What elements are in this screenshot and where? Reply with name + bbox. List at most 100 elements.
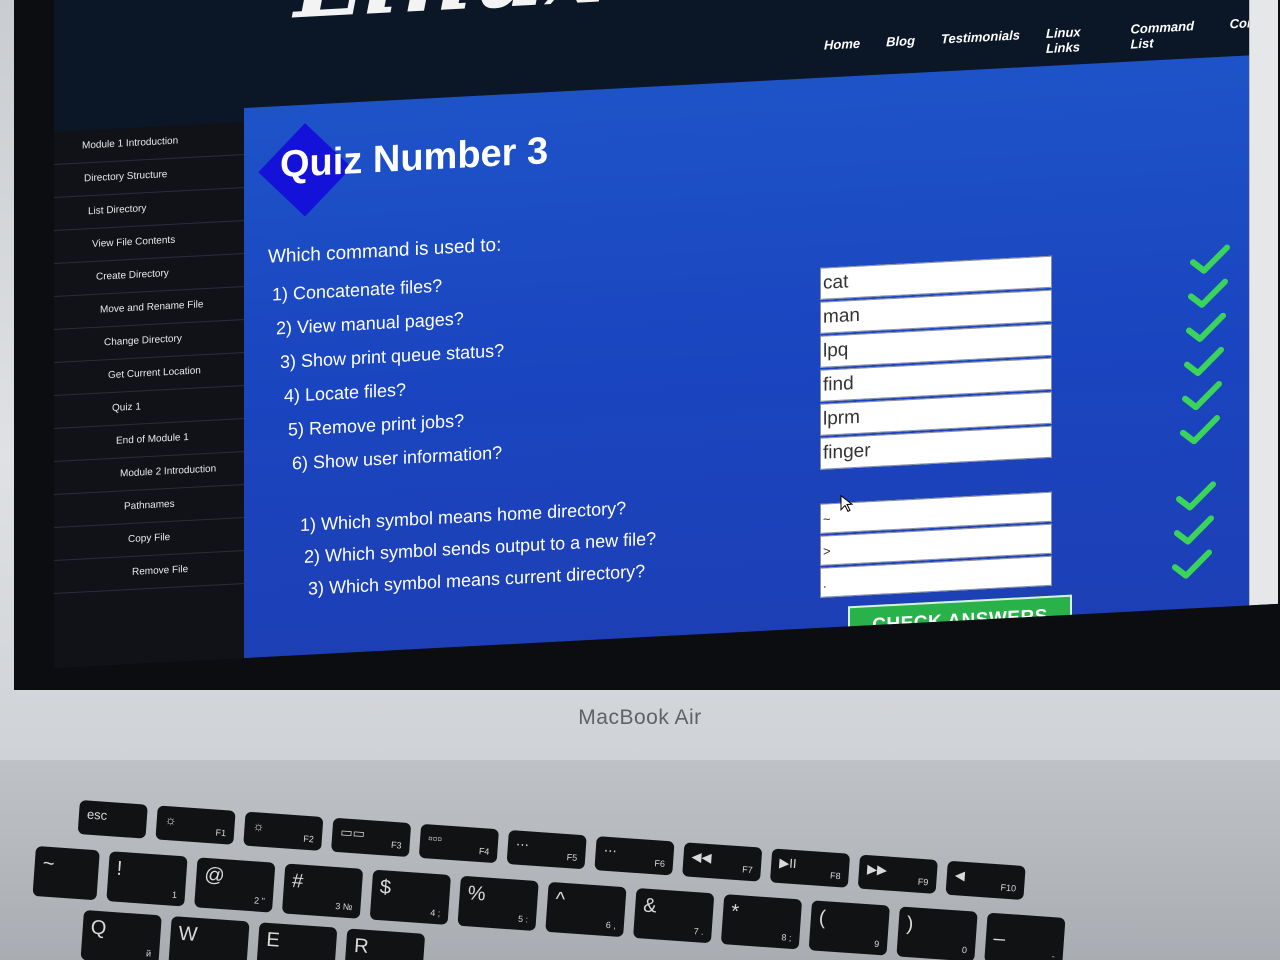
key-sublabel: F2 — [302, 833, 315, 845]
key-sublabel: F1 — [215, 827, 227, 839]
correct-checkmark-icon — [1174, 515, 1214, 545]
key-label: E — [265, 928, 281, 952]
key-sublabel: 2 " — [253, 895, 266, 907]
key-sublabel: F8 — [829, 870, 841, 882]
key-4[interactable]: $4 ; — [369, 869, 451, 925]
key-f10[interactable]: ◀ F10 — [945, 860, 1026, 901]
device-brand-label: MacBook Air — [578, 706, 702, 729]
correct-checkmark-icon — [1176, 481, 1216, 511]
key-label: $ — [379, 876, 392, 899]
key-0[interactable]: ) 0 — [896, 906, 978, 960]
browser-scrollbar[interactable] — [1249, 0, 1278, 606]
key-sublabel: F3 — [390, 839, 402, 851]
key-esc[interactable]: esc — [77, 800, 148, 839]
mouse-cursor-icon — [840, 494, 854, 513]
key-label: ▶▶ — [866, 861, 888, 878]
question-6-label: 6) Show user information? — [292, 442, 503, 474]
key-sublabel: й — [145, 948, 152, 959]
key-w[interactable]: W — [168, 916, 250, 960]
nav-command-list-link[interactable]: Command List — [1130, 18, 1203, 51]
key-sublabel: F4 — [478, 845, 490, 857]
key-label: ◀◀ — [691, 848, 713, 866]
correct-checkmark-icon — [1188, 278, 1228, 308]
key-e[interactable]: E — [256, 922, 338, 960]
key-sublabel: 1 — [171, 889, 178, 900]
key-label: % — [466, 882, 487, 906]
key-label: ☼ — [164, 811, 178, 828]
key-f4[interactable]: ▫▫▫ F4 — [418, 823, 499, 864]
key-label: ◀ — [954, 867, 966, 883]
key-8[interactable]: * 8 ; — [720, 894, 803, 950]
key-f7[interactable]: ◀◀ F7 — [682, 842, 763, 882]
key-sublabel: 0 — [961, 944, 968, 956]
nav-testimonials-link[interactable]: Testimonials — [941, 27, 1020, 61]
key-r[interactable]: R — [343, 928, 426, 960]
question-2-label: 2) View manual pages? — [276, 308, 464, 339]
laptop-keyboard: esc ☼ F1 ☼ F2 ▭▭ F3 ▫▫▫ F4 ⋯ F5 ⋯ F6 ◀◀ F7 ▶II F… — [0, 760, 1280, 960]
key-label: ⋯ — [515, 836, 530, 853]
key-label: ( — [818, 906, 827, 930]
key-f5[interactable]: ⋯ F5 — [506, 829, 587, 870]
correct-checkmark-icon — [1180, 415, 1220, 445]
key-label: ) — [905, 912, 915, 936]
key-label: _ — [993, 919, 1007, 942]
key-7[interactable]: & 7 . — [633, 887, 715, 944]
key-sublabel: F6 — [654, 858, 666, 869]
correct-checkmark-icon — [1182, 380, 1222, 411]
key-label: ! — [115, 857, 123, 881]
key-f3[interactable]: ▭▭ F3 — [331, 817, 412, 858]
key-label: ▭▭ — [339, 824, 366, 841]
symbol-question-3-label: 3) Which symbol means current directory? — [308, 561, 646, 599]
browser-viewport: Linux Survival Home Blog Testimonials Li… — [54, 0, 1278, 668]
key-f1[interactable]: ☼ F1 — [155, 805, 236, 845]
key-sublabel: 9 — [873, 938, 880, 950]
key-label: # — [291, 869, 305, 893]
symbol-question-1-label: 1) Which symbol means home directory? — [300, 498, 627, 536]
correct-checkmark-icon — [1172, 549, 1212, 579]
key-label: * — [730, 900, 740, 924]
key-3[interactable]: #3 № — [281, 863, 364, 919]
key-sublabel: 5 : — [517, 913, 529, 925]
key-2[interactable]: @2 " — [194, 857, 276, 913]
key-label: ^ — [554, 888, 566, 911]
key-5[interactable]: % 5 : — [457, 875, 539, 932]
key-f6[interactable]: ⋯ F6 — [594, 836, 675, 876]
key-label: Q — [90, 916, 108, 940]
screen-bezel: Linux Survival Home Blog Testimonials Li… — [14, 0, 1280, 690]
key-label: R — [353, 934, 370, 958]
key-label: ▶II — [778, 854, 798, 872]
key-sublabel: 4 ; — [429, 907, 441, 919]
symbol-question-2-label: 2) Which symbol sends output to a new fi… — [304, 528, 657, 567]
key-label: ☼ — [252, 818, 266, 834]
key-label: ▫▫▫ — [427, 830, 443, 847]
nav-home-link[interactable]: Home — [824, 36, 860, 68]
key-minus[interactable]: _ - — [984, 912, 1066, 960]
key-label: ~ — [42, 852, 56, 876]
key-sublabel: F10 — [1000, 882, 1017, 894]
key-sublabel: F5 — [566, 852, 578, 863]
nav-blog-link[interactable]: Blog — [886, 33, 915, 65]
key-sublabel: 8 ; — [781, 932, 792, 943]
key-tilde[interactable]: ~ — [32, 846, 100, 901]
check-answers-button[interactable]: CHECK ANSWERS — [848, 594, 1072, 649]
key-label: @ — [203, 863, 226, 888]
question-3-label: 3) Show print queue status? — [280, 340, 505, 373]
key-sublabel: - — [1051, 951, 1056, 960]
quiz-panel: Quiz Number 3 Which command is used to: … — [244, 55, 1252, 668]
key-1[interactable]: ! 1 — [106, 851, 188, 907]
key-sublabel: 7 . — [693, 926, 704, 937]
key-6[interactable]: ^ 6 , — [545, 881, 627, 938]
key-9[interactable]: (9 — [808, 900, 890, 956]
key-f9[interactable]: ▶▶ F9 — [857, 854, 938, 894]
quiz-prompt: Which command is used to: — [268, 234, 502, 268]
key-sublabel: 6 , — [605, 919, 617, 931]
key-esc-label: esc — [86, 806, 108, 823]
nav-linux-links-link[interactable]: Linux Links — [1046, 23, 1104, 56]
key-f2[interactable]: ☼ F2 — [243, 811, 324, 851]
key-label: & — [642, 894, 658, 918]
correct-checkmark-icon — [1186, 312, 1226, 342]
key-sublabel: F9 — [917, 876, 929, 888]
key-q[interactable]: Qй — [80, 910, 162, 960]
correct-checkmark-icon — [1190, 244, 1230, 274]
key-f8[interactable]: ▶II F8 — [769, 848, 851, 888]
